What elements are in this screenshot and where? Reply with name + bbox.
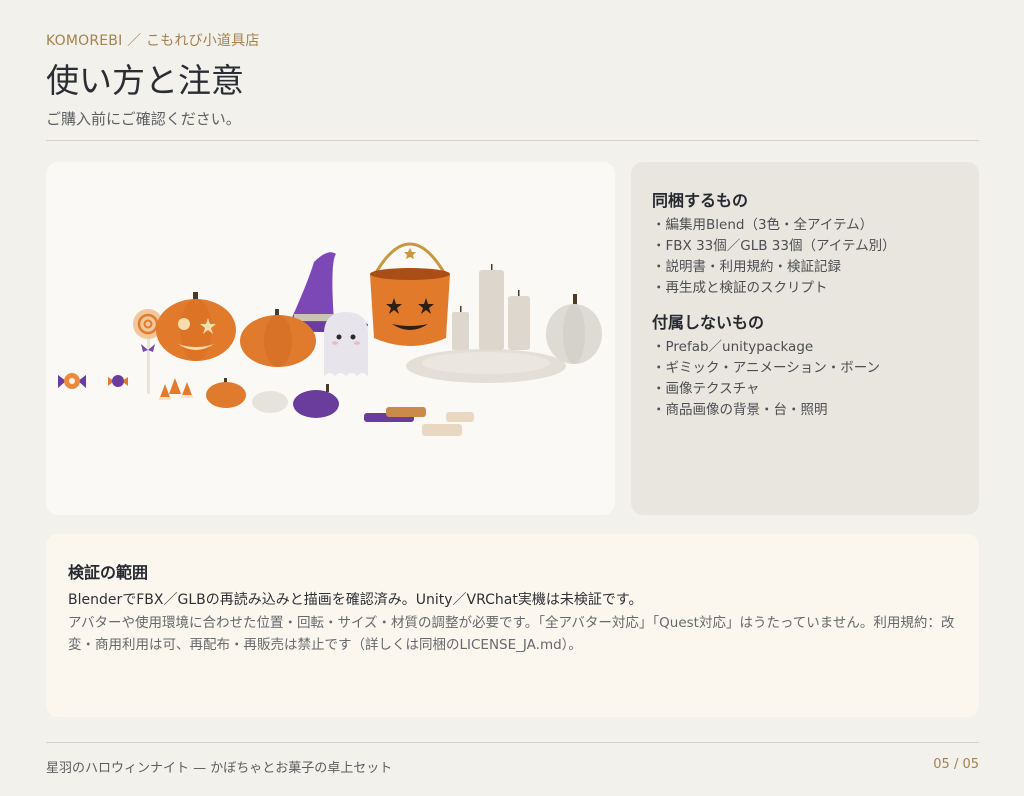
footer-product-name: 星羽のハロウィンナイト — かぼちゃとお菓子の卓上セット <box>46 761 393 776</box>
list-item: ・再生成と検証のスクリプト <box>652 280 828 296</box>
list-item: ・Prefab／unitypackage <box>652 339 814 355</box>
verification-summary: BlenderでFBX／GLBの再読み込みと描画を確認済み。Unity／VRCh… <box>68 592 643 608</box>
jack-o-lantern-large <box>156 292 236 361</box>
list-item: ・編集用Blend（3色・全アイテム） <box>652 217 874 233</box>
list-item: ・説明書・利用規約・検証記録 <box>652 259 841 275</box>
verification-card: 検証の範囲 BlenderでFBX／GLBの再読み込みと描画を確認済み。Unit… <box>46 534 979 717</box>
contents-card: 同梱するもの ・編集用Blend（3色・全アイテム） ・FBX 33個／GLB … <box>631 162 979 515</box>
serving-plate <box>406 349 566 383</box>
excluded-list: ・Prefab／unitypackage ・ギミック・アニメーション・ボーン ・… <box>652 337 880 421</box>
brand-label: KOMOREBI ／ こもれび小道具店 <box>46 33 260 49</box>
included-heading: 同梱するもの <box>652 191 749 210</box>
small-pumpkins <box>206 378 339 418</box>
verification-heading: 検証の範囲 <box>68 563 149 582</box>
page-subtitle: ご購入前にご確認ください。 <box>46 110 241 128</box>
product-image-card <box>46 162 615 515</box>
excluded-heading: 付属しないもの <box>652 313 765 332</box>
pumpkin-bucket <box>370 242 450 346</box>
candy-corns <box>159 378 193 400</box>
product-illustration <box>58 242 602 436</box>
list-item: ・画像テクスチャ <box>652 381 760 397</box>
wrapped-candy-purple <box>58 373 86 389</box>
wrapped-candy-orange <box>108 375 128 387</box>
ghost <box>324 312 368 376</box>
candles <box>452 264 530 350</box>
verification-note: アバターや使用環境に合わせた位置・回転・サイズ・材質の調整が必要です。「全アバタ… <box>68 615 955 653</box>
white-pumpkin <box>546 294 602 364</box>
list-item: ・商品画像の背景・台・照明 <box>652 402 828 418</box>
page-number: 05 / 05 <box>933 757 979 772</box>
list-item: ・FBX 33個／GLB 33個（アイテム別） <box>652 238 896 254</box>
cookies <box>364 407 474 436</box>
header-divider <box>46 140 979 141</box>
included-list: ・編集用Blend（3色・全アイテム） ・FBX 33個／GLB 33個（アイテ… <box>652 215 896 299</box>
footer-divider <box>46 742 979 743</box>
list-item: ・ギミック・アニメーション・ボーン <box>652 360 881 376</box>
page-title: 使い方と注意 <box>46 61 244 100</box>
